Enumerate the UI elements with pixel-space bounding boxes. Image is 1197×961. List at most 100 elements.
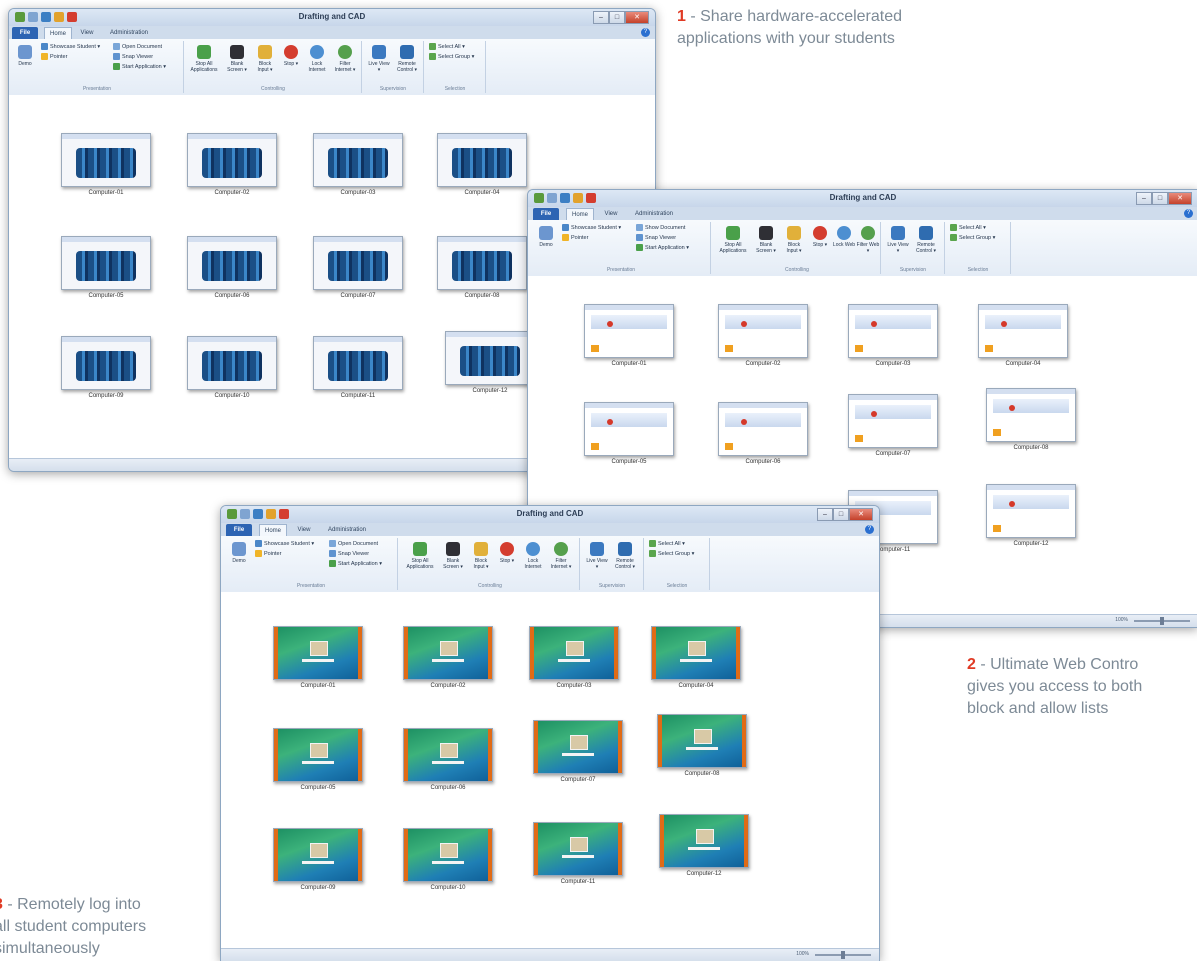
- zoom-slider-handle[interactable]: [841, 951, 845, 959]
- stop-button[interactable]: Stop ▾: [495, 542, 519, 564]
- pointer-button[interactable]: Pointer: [562, 234, 588, 243]
- block-input-button[interactable]: Block Input ▾: [469, 542, 493, 570]
- computer-tile[interactable]: Computer-05: [273, 728, 363, 791]
- computer-tile[interactable]: Computer-03: [848, 304, 938, 367]
- computer-tile[interactable]: Computer-12: [986, 484, 1076, 547]
- stop-all-applications-button[interactable]: Stop All Applications: [718, 226, 748, 254]
- open-document-button[interactable]: Open Document: [329, 540, 378, 549]
- snap-viewer-button[interactable]: Snap Viewer: [329, 550, 369, 559]
- maximize-button[interactable]: □: [833, 508, 849, 521]
- select-all-button[interactable]: Select All ▾: [649, 540, 685, 549]
- computer-tile[interactable]: Computer-01: [61, 133, 151, 196]
- select-group-button[interactable]: Select Group ▾: [429, 53, 474, 62]
- computer-tile[interactable]: Computer-05: [584, 402, 674, 465]
- computer-tile[interactable]: Computer-04: [437, 133, 527, 196]
- computer-tile[interactable]: Computer-09: [61, 336, 151, 399]
- lock-internet-button[interactable]: Lock Internet: [305, 45, 329, 73]
- computer-tile[interactable]: Computer-11: [533, 822, 623, 885]
- start-application-button[interactable]: Start Application ▾: [329, 560, 382, 569]
- computer-tile[interactable]: Computer-09: [273, 828, 363, 891]
- computer-tile[interactable]: Computer-12: [659, 814, 749, 877]
- help-icon[interactable]: ?: [641, 28, 650, 37]
- block-input-button[interactable]: Block Input ▾: [782, 226, 806, 254]
- stop-button[interactable]: Stop ▾: [279, 45, 303, 67]
- tab-administration[interactable]: Administration: [323, 524, 371, 536]
- tab-file[interactable]: File: [533, 208, 559, 220]
- filter-internet-button[interactable]: Filter Internet ▾: [549, 542, 573, 570]
- help-icon[interactable]: ?: [865, 525, 874, 534]
- snap-viewer-button[interactable]: Snap Viewer: [113, 53, 153, 62]
- tab-view[interactable]: View: [599, 208, 623, 220]
- computer-tile[interactable]: Computer-02: [718, 304, 808, 367]
- pointer-button[interactable]: Pointer: [41, 53, 67, 62]
- tab-file[interactable]: File: [226, 524, 252, 536]
- computer-tile[interactable]: Computer-04: [651, 626, 741, 689]
- computer-tile[interactable]: Computer-10: [403, 828, 493, 891]
- select-all-button[interactable]: Select All ▾: [429, 43, 465, 52]
- lock-web-button[interactable]: Lock Web: [832, 226, 856, 248]
- snap-viewer-button[interactable]: Snap Viewer: [636, 234, 676, 243]
- start-application-button[interactable]: Start Application ▾: [636, 244, 689, 253]
- computer-tile[interactable]: Computer-07: [848, 394, 938, 457]
- computer-tile[interactable]: Computer-12: [445, 331, 535, 394]
- computer-tile[interactable]: Computer-03: [529, 626, 619, 689]
- zoom-slider[interactable]: [1134, 617, 1190, 625]
- maximize-button[interactable]: □: [1152, 192, 1168, 205]
- minimize-button[interactable]: –: [593, 11, 609, 24]
- select-group-button[interactable]: Select Group ▾: [649, 550, 694, 559]
- computer-tile[interactable]: Computer-07: [533, 720, 623, 783]
- start-application-button[interactable]: Start Application ▾: [113, 63, 166, 72]
- tab-view[interactable]: View: [292, 524, 316, 536]
- computer-tile[interactable]: Computer-08: [437, 236, 527, 299]
- computer-tile[interactable]: Computer-11: [313, 336, 403, 399]
- computer-tile[interactable]: Computer-08: [657, 714, 747, 777]
- filter-internet-button[interactable]: Filter Internet ▾: [333, 45, 357, 73]
- close-button[interactable]: ✕: [1168, 192, 1192, 205]
- block-input-button[interactable]: Block Input ▾: [253, 45, 277, 73]
- help-icon[interactable]: ?: [1184, 209, 1193, 218]
- showcase-student-button[interactable]: Showcase Student ▾: [562, 224, 621, 233]
- demo-button[interactable]: Demo: [13, 45, 37, 67]
- blank-screen-button[interactable]: Blank Screen ▾: [225, 45, 249, 73]
- computer-tile[interactable]: Computer-05: [61, 236, 151, 299]
- stop-button[interactable]: Stop ▾: [808, 226, 832, 248]
- close-button[interactable]: ✕: [625, 11, 649, 24]
- remote-control-button[interactable]: Remote Control ▾: [395, 45, 419, 73]
- computer-tile[interactable]: Computer-06: [187, 236, 277, 299]
- computer-tile[interactable]: Computer-02: [403, 626, 493, 689]
- zoom-slider[interactable]: [815, 951, 871, 959]
- showcase-student-button[interactable]: Showcase Student ▾: [41, 43, 100, 52]
- live-view-button[interactable]: Live View ▾: [367, 45, 391, 73]
- filter-web-button[interactable]: Filter Web ▾: [856, 226, 880, 254]
- computer-tile[interactable]: Computer-02: [187, 133, 277, 196]
- computer-tile[interactable]: Computer-07: [313, 236, 403, 299]
- demo-button[interactable]: Demo: [227, 542, 251, 564]
- stop-all-applications-button[interactable]: Stop All Applications: [189, 45, 219, 73]
- minimize-button[interactable]: –: [1136, 192, 1152, 205]
- tab-administration[interactable]: Administration: [630, 208, 678, 220]
- computer-tile[interactable]: Computer-08: [986, 388, 1076, 451]
- remote-control-button[interactable]: Remote Control ▾: [613, 542, 637, 570]
- minimize-button[interactable]: –: [817, 508, 833, 521]
- stop-all-applications-button[interactable]: Stop All Applications: [405, 542, 435, 570]
- computer-tile[interactable]: Computer-10: [187, 336, 277, 399]
- computer-tile[interactable]: Computer-06: [718, 402, 808, 465]
- blank-screen-button[interactable]: Blank Screen ▾: [441, 542, 465, 570]
- lock-internet-button[interactable]: Lock Internet: [521, 542, 545, 570]
- computer-tile[interactable]: Computer-06: [403, 728, 493, 791]
- close-button[interactable]: ✕: [849, 508, 873, 521]
- tab-view[interactable]: View: [75, 27, 99, 39]
- zoom-slider-handle[interactable]: [1160, 617, 1164, 625]
- open-document-button[interactable]: Open Document: [113, 43, 162, 52]
- select-all-button[interactable]: Select All ▾: [950, 224, 986, 233]
- live-view-button[interactable]: Live View ▾: [585, 542, 609, 570]
- computer-tile[interactable]: Computer-01: [273, 626, 363, 689]
- remote-control-button[interactable]: Remote Control ▾: [914, 226, 938, 254]
- live-view-button[interactable]: Live View ▾: [886, 226, 910, 254]
- select-group-button[interactable]: Select Group ▾: [950, 234, 995, 243]
- demo-button[interactable]: Demo: [534, 226, 558, 248]
- computer-tile[interactable]: Computer-03: [313, 133, 403, 196]
- tab-administration[interactable]: Administration: [105, 27, 153, 39]
- computer-tile[interactable]: Computer-04: [978, 304, 1068, 367]
- maximize-button[interactable]: □: [609, 11, 625, 24]
